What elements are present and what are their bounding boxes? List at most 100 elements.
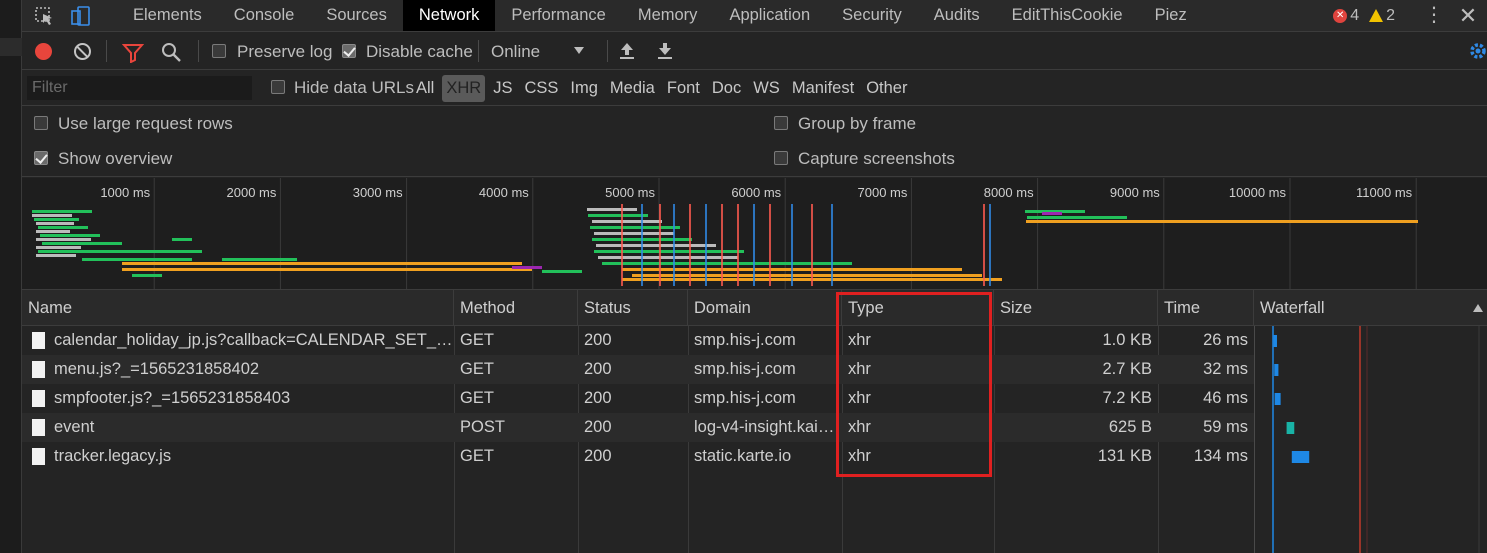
type-filter-other[interactable]: Other [862, 75, 911, 102]
table-row[interactable]: menu.js?_=1565231858402 GET 200 smp.his-j.c… [22, 355, 1254, 384]
network-overview-timeline[interactable]: 1000 ms 2000 ms 3000 ms 4000 ms 5000 ms 6000 … [22, 178, 1487, 290]
tab-editthiscookie[interactable]: EditThisCookie [996, 0, 1139, 31]
cell-size: 625 B [1108, 418, 1152, 436]
overview-request-bar [632, 274, 982, 277]
cell-method: GET [460, 360, 494, 378]
overview-request-bar [132, 274, 162, 277]
hide-data-urls-checkbox[interactable] [271, 80, 285, 94]
tab-console[interactable]: Console [218, 0, 311, 31]
cell-name: menu.js?_=1565231858402 [54, 360, 260, 378]
cell-type: xhr [848, 360, 871, 378]
show-overview-checkbox[interactable] [34, 151, 48, 165]
cell-time: 32 ms [1203, 360, 1248, 378]
column-header-type[interactable]: Type [842, 290, 994, 326]
record-button[interactable] [35, 43, 52, 60]
table-row[interactable]: calendar_holiday_jp.js?callback=CALENDAR… [22, 326, 1254, 355]
left-edge-strip [0, 0, 22, 553]
show-overview-label: Show overview [58, 149, 173, 168]
column-header-domain[interactable]: Domain [688, 290, 842, 326]
disable-cache-checkbox[interactable] [342, 44, 356, 58]
type-filter-xhr[interactable]: XHR [442, 75, 486, 102]
overview-request-bar [40, 234, 100, 237]
column-header-size[interactable]: Size [994, 290, 1158, 326]
clear-icon[interactable] [74, 43, 91, 60]
overview-request-bar [82, 258, 192, 261]
type-filter-img[interactable]: Img [566, 75, 602, 102]
table-row[interactable]: tracker.legacy.js GET 200 static.karte.io xh… [22, 442, 1254, 471]
device-toolbar-icon[interactable] [70, 6, 92, 26]
chevron-down-icon[interactable] [574, 47, 584, 54]
import-har-icon[interactable] [618, 41, 636, 61]
cell-status: 200 [584, 389, 612, 407]
filter-input[interactable] [27, 76, 252, 100]
overview-request-bar [1026, 220, 1418, 223]
tab-audits[interactable]: Audits [918, 0, 996, 31]
tab-application[interactable]: Application [713, 0, 826, 31]
type-filter-manifest[interactable]: Manifest [788, 75, 858, 102]
cell-domain: static.karte.io [694, 447, 792, 465]
type-filter-js[interactable]: JS [489, 75, 516, 102]
inspect-element-icon[interactable] [34, 6, 56, 26]
toolbar-divider [106, 40, 107, 62]
column-header-method[interactable]: Method [454, 290, 578, 326]
preserve-log-checkbox[interactable] [212, 44, 226, 58]
capture-screenshots-checkbox[interactable] [774, 151, 788, 165]
type-filter-doc[interactable]: Doc [708, 75, 745, 102]
tab-bar-right: ✕ 4 2 ⋮ ✕ [1333, 0, 1487, 31]
cell-status: 200 [584, 360, 612, 378]
table-row[interactable]: event POST 200 log-v4-insight.kaizenplatfor… [22, 413, 1254, 442]
overview-request-bar [222, 258, 262, 261]
cell-time: 46 ms [1203, 389, 1248, 407]
type-filter-font[interactable]: Font [663, 75, 704, 102]
cell-method: GET [460, 447, 494, 465]
overview-request-bar [42, 242, 122, 245]
request-rows: calendar_holiday_jp.js?callback=CALENDAR… [22, 326, 1254, 471]
tab-memory[interactable]: Memory [622, 0, 714, 31]
cell-domain: smp.his-j.com [694, 331, 796, 349]
overview-request-bar [36, 222, 74, 225]
type-filter-ws[interactable]: WS [749, 75, 784, 102]
overview-request-bar [38, 250, 158, 253]
group-by-frame-checkbox[interactable] [774, 116, 788, 130]
column-header-waterfall[interactable]: Waterfall [1254, 290, 1487, 326]
close-icon[interactable]: ✕ [1449, 0, 1487, 31]
error-count: 4 [1350, 6, 1360, 24]
tab-elements[interactable]: Elements [117, 0, 218, 31]
requests-table: Name Method Status Domain Type Size Time… [22, 290, 1487, 553]
tab-security[interactable]: Security [826, 0, 918, 31]
tab-performance[interactable]: Performance [495, 0, 621, 31]
export-har-icon[interactable] [656, 41, 674, 61]
error-count-badge[interactable]: ✕ 4 2 [1333, 7, 1395, 25]
cell-domain: smp.his-j.com [694, 389, 796, 407]
overview-request-bar [36, 238, 91, 241]
overview-request-bar [1042, 212, 1062, 215]
tab-network[interactable]: Network [402, 0, 496, 31]
type-filter-media[interactable]: Media [606, 75, 659, 102]
type-filter-css[interactable]: CSS [520, 75, 562, 102]
cell-size: 131 KB [1097, 447, 1152, 465]
preserve-log-label: Preserve log [237, 42, 333, 61]
gear-icon[interactable] [1469, 42, 1487, 60]
search-icon[interactable] [161, 42, 183, 62]
column-header-time[interactable]: Time [1158, 290, 1254, 326]
throttling-select[interactable]: Online [491, 42, 540, 62]
overview-tick-label: 4000 ms [479, 185, 529, 200]
toolbar-divider [607, 40, 608, 62]
cell-name: calendar_holiday_jp.js?callback=CALENDAR… [54, 331, 454, 349]
capture-screenshots-label: Capture screenshots [798, 149, 955, 168]
overview-request-bar [32, 210, 92, 213]
devtools-tab-bar: Elements Console Sources Network Perform… [22, 0, 1487, 32]
column-header-status[interactable]: Status [578, 290, 688, 326]
table-row[interactable]: smpfooter.js?_=1565231858403 GET 200 smp.hi… [22, 384, 1254, 413]
column-header-name[interactable]: Name [22, 290, 454, 326]
overview-request-bar [172, 238, 192, 241]
type-filter-all[interactable]: All [412, 75, 438, 102]
cell-type: xhr [848, 418, 871, 436]
overview-tick-label: 7000 ms [858, 185, 908, 200]
more-options-icon[interactable]: ⋮ [1419, 0, 1449, 31]
tab-sources[interactable]: Sources [310, 0, 403, 31]
warning-count: 2 [1386, 6, 1395, 24]
tab-piez[interactable]: Piez [1139, 0, 1203, 31]
large-rows-checkbox[interactable] [34, 116, 48, 130]
filter-icon[interactable] [122, 43, 144, 63]
